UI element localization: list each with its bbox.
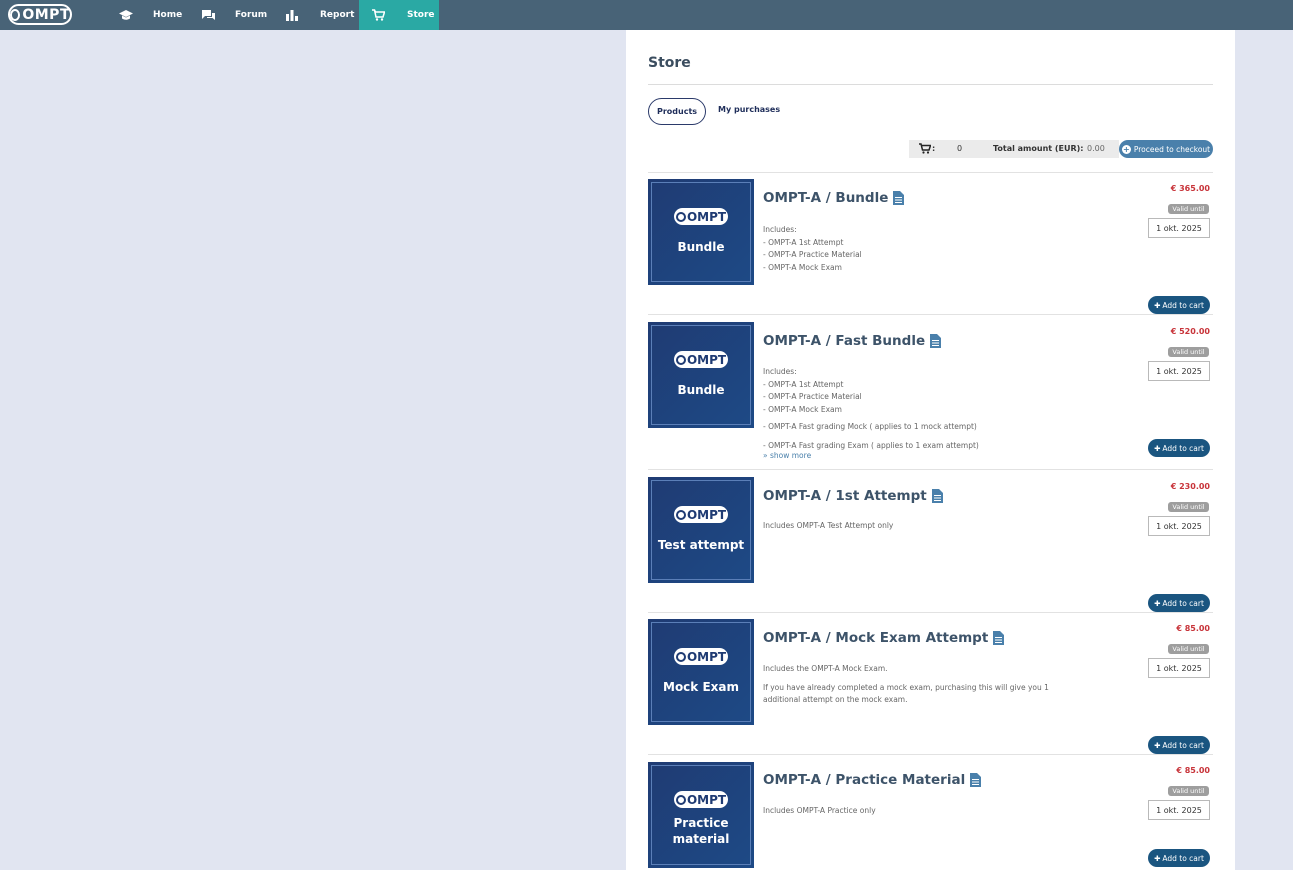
product-price: € 520.00 bbox=[1170, 327, 1210, 336]
plus-icon: ✚ bbox=[1154, 853, 1161, 863]
product-description: Includes OMPT-A Practice only bbox=[763, 806, 876, 815]
product-card: OMPT Bundle OMPT-A / Bundle Includes: - … bbox=[648, 172, 1213, 314]
add-to-cart-button[interactable]: ✚ Add to cart bbox=[1148, 296, 1210, 314]
store-panel: Store Products My purchases : 0 Total am… bbox=[626, 30, 1235, 870]
nav-home-label: Home bbox=[153, 10, 183, 20]
document-icon[interactable] bbox=[970, 773, 982, 787]
product-thumbnail: OMPT Bundle bbox=[648, 322, 754, 428]
plus-icon: ✚ bbox=[1154, 598, 1161, 608]
document-icon[interactable] bbox=[893, 191, 905, 205]
valid-date-field: 1 okt. 2025 bbox=[1148, 218, 1210, 238]
product-divider bbox=[648, 314, 1213, 315]
thumbnail-label: Test attempt bbox=[657, 538, 745, 552]
show-more-link[interactable]: » show more bbox=[763, 451, 811, 460]
product-title[interactable]: OMPT-A / Mock Exam Attempt bbox=[763, 630, 1005, 646]
tab-my-purchases[interactable]: My purchases bbox=[718, 105, 780, 114]
valid-until-badge: Valid until bbox=[1168, 644, 1209, 654]
title-divider bbox=[648, 84, 1213, 85]
nav-report[interactable]: Report bbox=[285, 0, 354, 30]
product-thumbnail: OMPT Bundle bbox=[648, 179, 754, 285]
product-thumbnail: OMPT Mock Exam bbox=[648, 619, 754, 725]
add-to-cart-button[interactable]: ✚ Add to cart bbox=[1148, 849, 1210, 867]
thumbnail-logo: OMPT bbox=[674, 351, 728, 368]
add-to-cart-button[interactable]: ✚ Add to cart bbox=[1148, 736, 1210, 754]
product-description: Includes: - OMPT-A 1st Attempt - OMPT-A … bbox=[763, 225, 862, 272]
product-card: OMPT Mock Exam OMPT-A / Mock Exam Attemp… bbox=[648, 612, 1213, 754]
cart-icon bbox=[919, 143, 931, 154]
chat-bubbles-icon bbox=[202, 9, 215, 20]
nav-forum-label: Forum bbox=[235, 10, 268, 20]
valid-until-badge: Valid until bbox=[1168, 786, 1209, 796]
product-divider bbox=[648, 172, 1213, 173]
product-divider bbox=[648, 754, 1213, 755]
thumbnail-logo: OMPT bbox=[674, 648, 728, 665]
logo-text: OMPT bbox=[22, 6, 70, 23]
document-icon[interactable] bbox=[931, 489, 943, 503]
product-card: OMPT Bundle OMPT-A / Fast Bundle Include… bbox=[648, 314, 1213, 469]
ompt-logo[interactable]: OMPT bbox=[8, 4, 72, 25]
thumbnail-logo: OMPT bbox=[674, 208, 728, 225]
product-thumbnail: OMPT Test attempt bbox=[648, 477, 754, 583]
valid-until-badge: Valid until bbox=[1168, 347, 1209, 357]
plus-icon: ✚ bbox=[1154, 740, 1161, 750]
top-navbar: OMPT Home Forum Report Store bbox=[0, 0, 1293, 30]
product-divider bbox=[648, 469, 1213, 470]
total-amount-label: Total amount (EUR): bbox=[993, 144, 1084, 153]
add-to-cart-button[interactable]: ✚ Add to cart bbox=[1148, 439, 1210, 457]
product-card: OMPT Test attempt OMPT-A / 1st Attempt I… bbox=[648, 469, 1213, 612]
cart-item-count: 0 bbox=[957, 144, 963, 153]
document-icon[interactable] bbox=[993, 631, 1005, 645]
thumbnail-logo: OMPT bbox=[674, 791, 728, 808]
product-card: OMPT Practice material OMPT-A / Practice… bbox=[648, 754, 1213, 870]
product-title[interactable]: OMPT-A / Fast Bundle bbox=[763, 333, 942, 349]
product-price: € 230.00 bbox=[1170, 482, 1210, 491]
page-title: Store bbox=[648, 55, 691, 71]
valid-date-field: 1 okt. 2025 bbox=[1148, 516, 1210, 536]
thumbnail-logo: OMPT bbox=[674, 506, 728, 523]
thumbnail-label: Mock Exam bbox=[663, 680, 739, 694]
nav-store-label: Store bbox=[407, 10, 435, 20]
valid-until-badge: Valid until bbox=[1168, 204, 1209, 214]
product-description: Includes: - OMPT-A 1st Attempt - OMPT-A … bbox=[763, 367, 979, 450]
valid-date-field: 1 okt. 2025 bbox=[1148, 800, 1210, 820]
nav-report-label: Report bbox=[320, 10, 355, 20]
nav-home[interactable]: Home bbox=[118, 0, 182, 30]
product-price: € 85.00 bbox=[1176, 624, 1210, 633]
valid-date-field: 1 okt. 2025 bbox=[1148, 361, 1210, 381]
chevron-double-down-icon: » bbox=[763, 451, 768, 460]
plus-icon: ✚ bbox=[1154, 443, 1161, 453]
cart-summary-bar: : 0 Total amount (EUR): 0.00 bbox=[909, 140, 1119, 158]
product-title[interactable]: OMPT-A / Bundle bbox=[763, 190, 905, 206]
thumbnail-label: Bundle bbox=[677, 240, 725, 254]
graduation-cap-icon bbox=[119, 10, 133, 20]
product-thumbnail: OMPT Practice material bbox=[648, 762, 754, 868]
total-amount-value: 0.00 bbox=[1087, 144, 1105, 153]
bar-chart-icon bbox=[286, 10, 298, 21]
product-divider bbox=[648, 612, 1213, 613]
product-price: € 365.00 bbox=[1170, 184, 1210, 193]
product-description: Includes the OMPT-A Mock Exam. If you ha… bbox=[763, 664, 1049, 704]
checkout-label: Proceed to checkout bbox=[1133, 144, 1211, 154]
document-icon[interactable] bbox=[930, 334, 942, 348]
add-to-cart-button[interactable]: ✚ Add to cart bbox=[1148, 594, 1210, 612]
nav-forum[interactable]: Forum bbox=[201, 0, 267, 30]
proceed-to-checkout-button[interactable]: + Proceed to checkout bbox=[1119, 140, 1213, 158]
valid-date-field: 1 okt. 2025 bbox=[1148, 658, 1210, 678]
shopping-cart-icon bbox=[372, 9, 385, 21]
tab-products[interactable]: Products bbox=[648, 98, 706, 125]
product-title[interactable]: OMPT-A / Practice Material bbox=[763, 772, 982, 788]
plus-icon: ✚ bbox=[1154, 300, 1161, 310]
logo-ring-icon bbox=[10, 8, 21, 21]
cart-colon: : bbox=[932, 144, 936, 153]
product-title[interactable]: OMPT-A / 1st Attempt bbox=[763, 488, 943, 504]
product-price: € 85.00 bbox=[1176, 766, 1210, 775]
nav-store[interactable]: Store bbox=[359, 0, 439, 30]
plus-circle-icon: + bbox=[1121, 144, 1131, 154]
thumbnail-label-line-2: material bbox=[672, 832, 730, 846]
product-description: Includes OMPT-A Test Attempt only bbox=[763, 521, 894, 530]
thumbnail-label-line-1: Practice bbox=[673, 816, 729, 830]
thumbnail-label: Bundle bbox=[677, 383, 725, 397]
valid-until-badge: Valid until bbox=[1168, 502, 1209, 512]
